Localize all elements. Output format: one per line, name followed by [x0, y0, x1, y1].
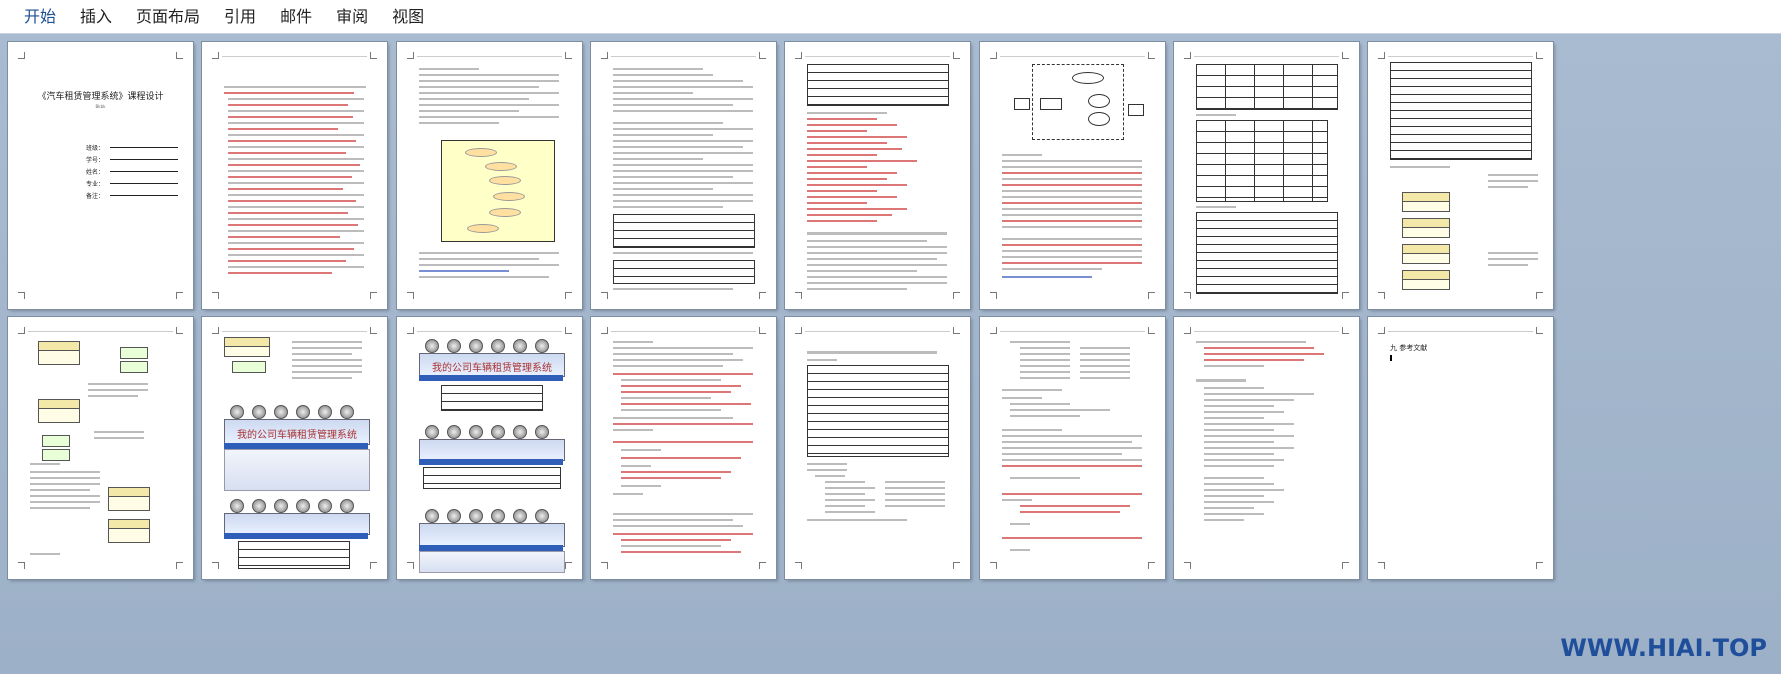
page-thumbnail-15[interactable]	[1174, 317, 1359, 579]
cover-field-class: 班级：	[86, 145, 105, 152]
page-thumbnail-8[interactable]	[1368, 42, 1553, 309]
page-thumbnail-7[interactable]	[1174, 42, 1359, 309]
uml-class	[108, 487, 150, 511]
uml-class	[1402, 218, 1450, 238]
uml-class	[38, 341, 80, 365]
table	[807, 64, 949, 106]
table	[238, 541, 350, 569]
table	[1196, 120, 1328, 202]
table	[807, 365, 949, 457]
page-thumbnail-12[interactable]	[591, 317, 776, 579]
page-thumbnail-1[interactable]: 《汽车租赁管理系统》课程设计 Bkbk 班级： 学号： 姓名： 专业： 备注：	[8, 42, 193, 309]
table	[1196, 212, 1338, 294]
page-thumbnail-11[interactable]: 我的公司车辆租赁管理系统	[397, 317, 582, 579]
tab-home[interactable]: 开始	[12, 0, 68, 33]
cover-field-id: 学号：	[86, 157, 105, 164]
cover-field-name: 姓名：	[86, 169, 105, 176]
form-screenshot	[419, 551, 565, 573]
ribbon: 开始 插入 页面布局 引用 邮件 审阅 视图	[0, 0, 1781, 34]
app-screenshot-banner	[419, 523, 565, 547]
page-thumbnail-13[interactable]	[785, 317, 970, 579]
uml-class	[1402, 270, 1450, 290]
app-screenshot-banner: 我的公司车辆租赁管理系统	[224, 419, 370, 445]
references-heading: 九 参考文献	[1390, 344, 1428, 352]
tab-view[interactable]: 视图	[380, 0, 436, 33]
page-thumbnail-6[interactable]	[980, 42, 1165, 309]
tab-references[interactable]: 引用	[212, 0, 268, 33]
cover-subtitle: Bkbk	[95, 104, 106, 109]
table	[613, 214, 755, 248]
page-thumbnail-4[interactable]	[591, 42, 776, 309]
page-thumbnail-10[interactable]: 我的公司车辆租赁管理系统	[202, 317, 387, 579]
uml-class	[1402, 192, 1450, 212]
table	[423, 467, 561, 489]
banner-title: 我的公司车辆租赁管理系统	[432, 363, 552, 374]
site-watermark: WWW.HIAI.TOP	[1560, 634, 1767, 662]
tab-insert[interactable]: 插入	[68, 0, 124, 33]
page-thumbnail-16[interactable]: 九 参考文献	[1368, 317, 1553, 579]
banner-title: 我的公司车辆租赁管理系统	[237, 430, 357, 441]
form-screenshot	[224, 449, 370, 491]
tab-mailings[interactable]: 邮件	[268, 0, 324, 33]
uml-class	[224, 337, 270, 357]
cover-field-major: 专业：	[86, 181, 105, 188]
page-thumbnail-14[interactable]	[980, 317, 1165, 579]
table	[1390, 62, 1532, 160]
uml-class	[38, 399, 80, 423]
app-screenshot-banner: 我的公司车辆租赁管理系统	[419, 353, 565, 377]
document-thumbnail-view[interactable]: 《汽车租赁管理系统》课程设计 Bkbk 班级： 学号： 姓名： 专业： 备注：	[0, 34, 1781, 674]
app-screenshot-banner	[224, 513, 370, 535]
table	[1196, 64, 1338, 110]
tab-review[interactable]: 审阅	[324, 0, 380, 33]
page-thumbnail-3[interactable]	[397, 42, 582, 309]
page-thumbnail-5[interactable]	[785, 42, 970, 309]
cover-field-note: 备注：	[86, 193, 105, 200]
app-screenshot-banner	[419, 439, 565, 461]
table	[613, 260, 755, 284]
page-thumbnail-9[interactable]	[8, 317, 193, 579]
tab-page-layout[interactable]: 页面布局	[124, 0, 212, 33]
uml-class	[108, 519, 150, 543]
table	[441, 385, 543, 411]
page-thumbnail-2[interactable]	[202, 42, 387, 309]
cover-title: 《汽车租赁管理系统》课程设计	[37, 92, 164, 102]
uml-class	[1402, 244, 1450, 264]
